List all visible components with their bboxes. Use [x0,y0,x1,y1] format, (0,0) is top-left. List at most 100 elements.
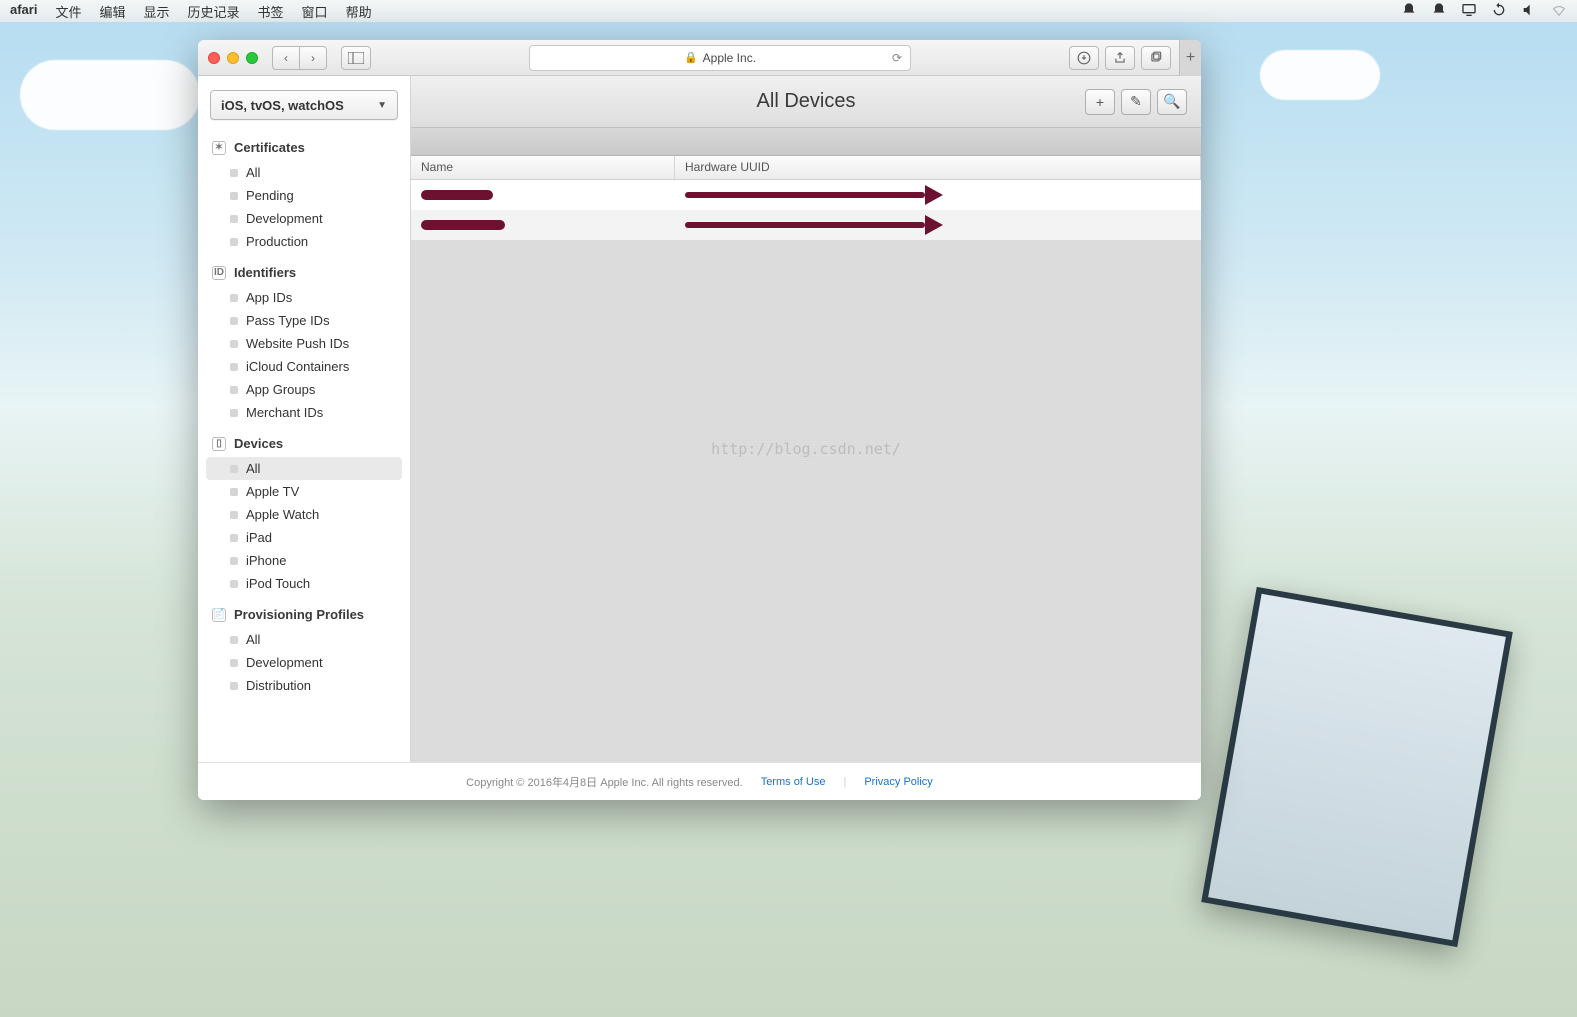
section-title: Identifiers [234,265,296,280]
link-terms[interactable]: Terms of Use [761,776,826,788]
sidebar-item-label: Production [246,234,308,249]
address-bar[interactable]: 🔒 Apple Inc. ⟳ [529,45,911,71]
sidebar-item-apple-tv[interactable]: Apple TV [198,480,410,503]
sidebar-item-cert-production[interactable]: Production [198,230,410,253]
sidebar-item-icloud-containers[interactable]: iCloud Containers [198,355,410,378]
tabs-button[interactable] [1141,46,1171,70]
sidebar-item-label: Development [246,211,323,226]
menu-bookmarks[interactable]: 书签 [258,2,284,21]
portal-sidebar: iOS, tvOS, watchOS ▼ ✶ Certificates All … [198,76,411,762]
back-button[interactable]: ‹ [272,46,300,70]
sidebar-item-label: iPod Touch [246,576,310,591]
section-certificates[interactable]: ✶ Certificates [198,134,410,161]
sidebar-item-ipod-touch[interactable]: iPod Touch [198,572,410,595]
sidebar-item-app-ids[interactable]: App IDs [198,286,410,309]
watermark: http://blog.csdn.net/ [711,440,901,458]
sidebar-item-label: Distribution [246,678,311,693]
sidebar-item-label: Development [246,655,323,670]
link-privacy[interactable]: Privacy Policy [864,776,932,788]
column-uuid[interactable]: Hardware UUID [675,156,1201,179]
sidebar-item-label: Website Push IDs [246,336,349,351]
new-tab-button[interactable]: + [1179,40,1201,76]
profile-icon: 📄 [212,608,226,622]
redacted-uuid [685,222,925,228]
menu-edit[interactable]: 编辑 [99,2,125,21]
add-device-button[interactable]: + [1085,89,1115,115]
downloads-button[interactable] [1069,46,1099,70]
sidebar-item-cert-development[interactable]: Development [198,207,410,230]
notification-icon[interactable] [1401,2,1417,21]
sidebar-item-label: Pending [246,188,294,203]
search-button[interactable]: 🔍 [1157,89,1187,115]
sidebar-item-label: App IDs [246,290,292,305]
menu-view[interactable]: 显示 [144,2,170,21]
desktop-bg-cloud [20,60,200,130]
sidebar-item-cert-pending[interactable]: Pending [198,184,410,207]
volume-icon[interactable] [1521,2,1537,21]
sidebar-item-ipad[interactable]: iPad [198,526,410,549]
edit-icon: ✎ [1130,93,1142,110]
sidebar-item-label: All [246,632,260,647]
portal-main: All Devices + ✎ 🔍 Name Hardware UUID [411,76,1201,762]
sync-icon[interactable] [1491,2,1507,21]
url-text: Apple Inc. [703,51,756,65]
sidebar-item-pp-development[interactable]: Development [198,651,410,674]
sidebar-item-iphone[interactable]: iPhone [198,549,410,572]
sidebar-item-apple-watch[interactable]: Apple Watch [198,503,410,526]
id-icon: ID [212,266,226,280]
page-title: All Devices [757,90,856,113]
developer-portal: iOS, tvOS, watchOS ▼ ✶ Certificates All … [198,76,1201,762]
nav-button-group: ‹ › [272,46,327,70]
table-row[interactable] [411,210,1201,240]
sidebar-item-cert-all[interactable]: All [198,161,410,184]
notification-icon[interactable] [1431,2,1447,21]
redacted-uuid [685,192,925,198]
sidebar-item-website-push-ids[interactable]: Website Push IDs [198,332,410,355]
sidebar-toggle-button[interactable] [341,46,371,70]
main-header: All Devices + ✎ 🔍 [411,76,1201,128]
platform-selector[interactable]: iOS, tvOS, watchOS ▼ [210,90,398,120]
chevron-down-icon: ▼ [377,100,387,111]
sidebar-item-label: All [246,461,260,476]
menu-window[interactable]: 窗口 [302,2,328,21]
plus-icon: + [1096,94,1104,110]
copyright-text: Copyright © 2016年4月8日 Apple Inc. All rig… [466,774,743,790]
section-devices[interactable]: ▯ Devices [198,430,410,457]
sidebar-item-label: App Groups [246,382,315,397]
section-identifiers[interactable]: ID Identifiers [198,259,410,286]
table-row[interactable] [411,180,1201,210]
minimize-window-button[interactable] [227,52,239,64]
redacted-name [421,190,493,200]
edit-button[interactable]: ✎ [1121,89,1151,115]
share-icon [1113,51,1127,65]
sidebar-item-label: Pass Type IDs [246,313,330,328]
menu-help[interactable]: 帮助 [346,2,372,21]
tabs-icon [1149,51,1163,65]
download-icon [1077,51,1091,65]
reload-icon[interactable]: ⟳ [892,51,902,65]
share-button[interactable] [1105,46,1135,70]
sidebar-item-pp-distribution[interactable]: Distribution [198,674,410,697]
wifi-icon[interactable] [1551,2,1567,21]
search-icon: 🔍 [1163,93,1180,110]
section-provisioning-profiles[interactable]: 📄 Provisioning Profiles [198,601,410,628]
sidebar-item-pp-all[interactable]: All [198,628,410,651]
forward-button[interactable]: › [299,46,327,70]
macos-menubar: afari 文件 编辑 显示 历史记录 书签 窗口 帮助 [0,0,1577,22]
traffic-lights [208,52,258,64]
sidebar-item-merchant-ids[interactable]: Merchant IDs [198,401,410,424]
sidebar-item-app-groups[interactable]: App Groups [198,378,410,401]
page-footer: Copyright © 2016年4月8日 Apple Inc. All rig… [198,762,1201,800]
table-header: Name Hardware UUID [411,156,1201,180]
display-icon[interactable] [1461,2,1477,21]
menu-history[interactable]: 历史记录 [188,2,240,21]
column-name[interactable]: Name [411,156,675,179]
sidebar-item-devices-all[interactable]: All [206,457,402,480]
menu-file[interactable]: 文件 [55,2,81,21]
sidebar-item-pass-type-ids[interactable]: Pass Type IDs [198,309,410,332]
app-name[interactable]: afari [10,2,37,21]
section-title: Provisioning Profiles [234,607,364,622]
sidebar-item-label: Apple TV [246,484,299,499]
close-window-button[interactable] [208,52,220,64]
zoom-window-button[interactable] [246,52,258,64]
